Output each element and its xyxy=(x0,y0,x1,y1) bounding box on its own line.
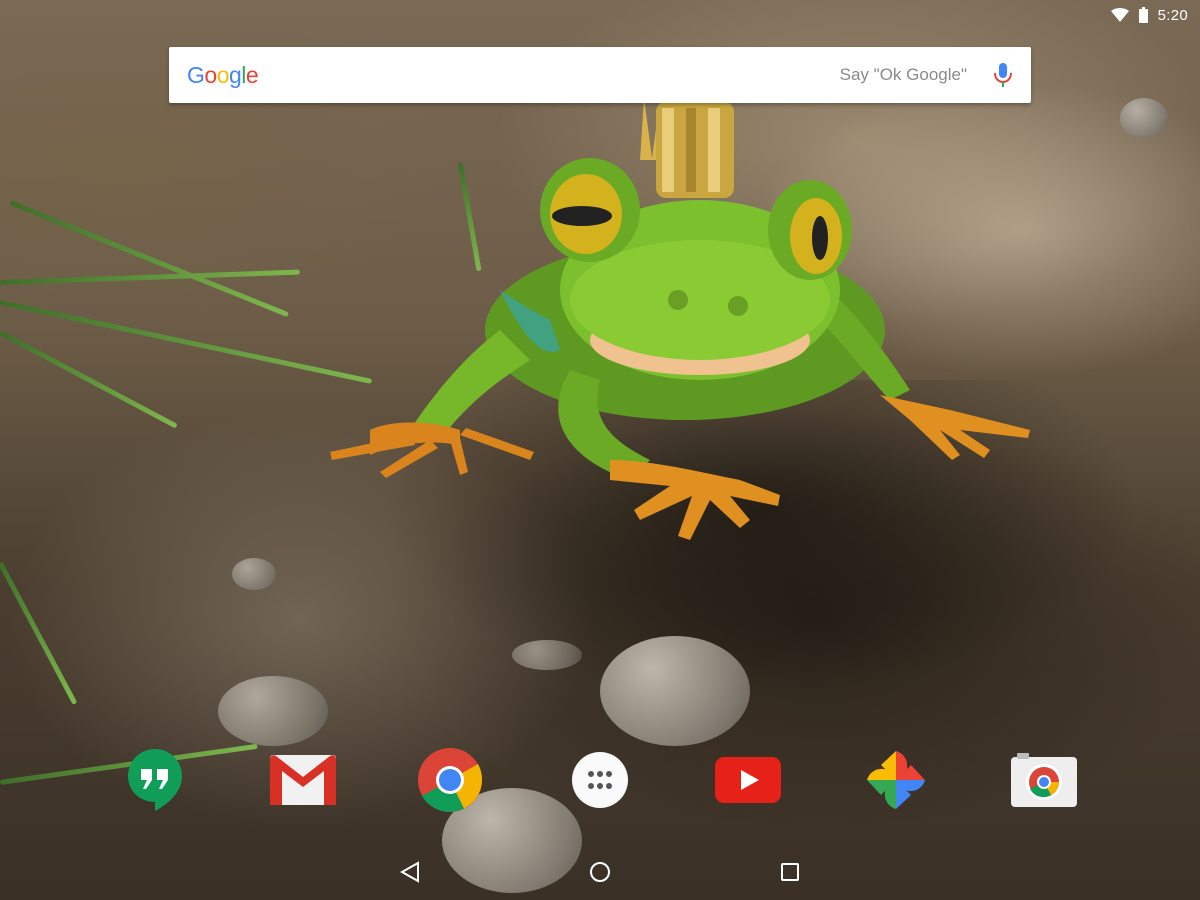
mic-icon[interactable] xyxy=(993,62,1013,88)
gmail-icon[interactable] xyxy=(269,746,337,814)
battery-icon xyxy=(1138,7,1148,23)
stone xyxy=(512,640,582,670)
navigation-bar xyxy=(0,848,1200,896)
stone xyxy=(232,558,276,590)
wifi-icon xyxy=(1110,8,1129,22)
status-bar: 5:20 xyxy=(0,0,1200,30)
google-search-bar[interactable]: Google Say "Ok Google" xyxy=(169,47,1031,103)
status-clock: 5:20 xyxy=(1157,6,1188,24)
grass-blade xyxy=(9,200,290,318)
frog-svg xyxy=(330,100,1030,540)
app-drawer-icon[interactable] xyxy=(566,746,634,814)
stone xyxy=(1120,98,1168,138)
google-logo: Google xyxy=(187,61,259,88)
grass-blade xyxy=(0,561,78,705)
grass-blade xyxy=(0,269,300,285)
grass-blade xyxy=(0,330,178,429)
chrome-icon[interactable] xyxy=(416,746,484,814)
voice-search-hint: Say "Ok Google" xyxy=(839,65,967,84)
stone xyxy=(218,676,328,746)
frog-illustration xyxy=(310,100,1050,560)
home-icon[interactable] xyxy=(570,848,630,896)
photos-icon[interactable] xyxy=(862,746,930,814)
camera-icon[interactable] xyxy=(1010,746,1078,814)
youtube-icon[interactable] xyxy=(714,746,782,814)
stone xyxy=(600,636,750,746)
hangouts-icon[interactable] xyxy=(121,746,189,814)
recents-icon[interactable] xyxy=(760,848,820,896)
back-icon[interactable] xyxy=(380,848,440,896)
